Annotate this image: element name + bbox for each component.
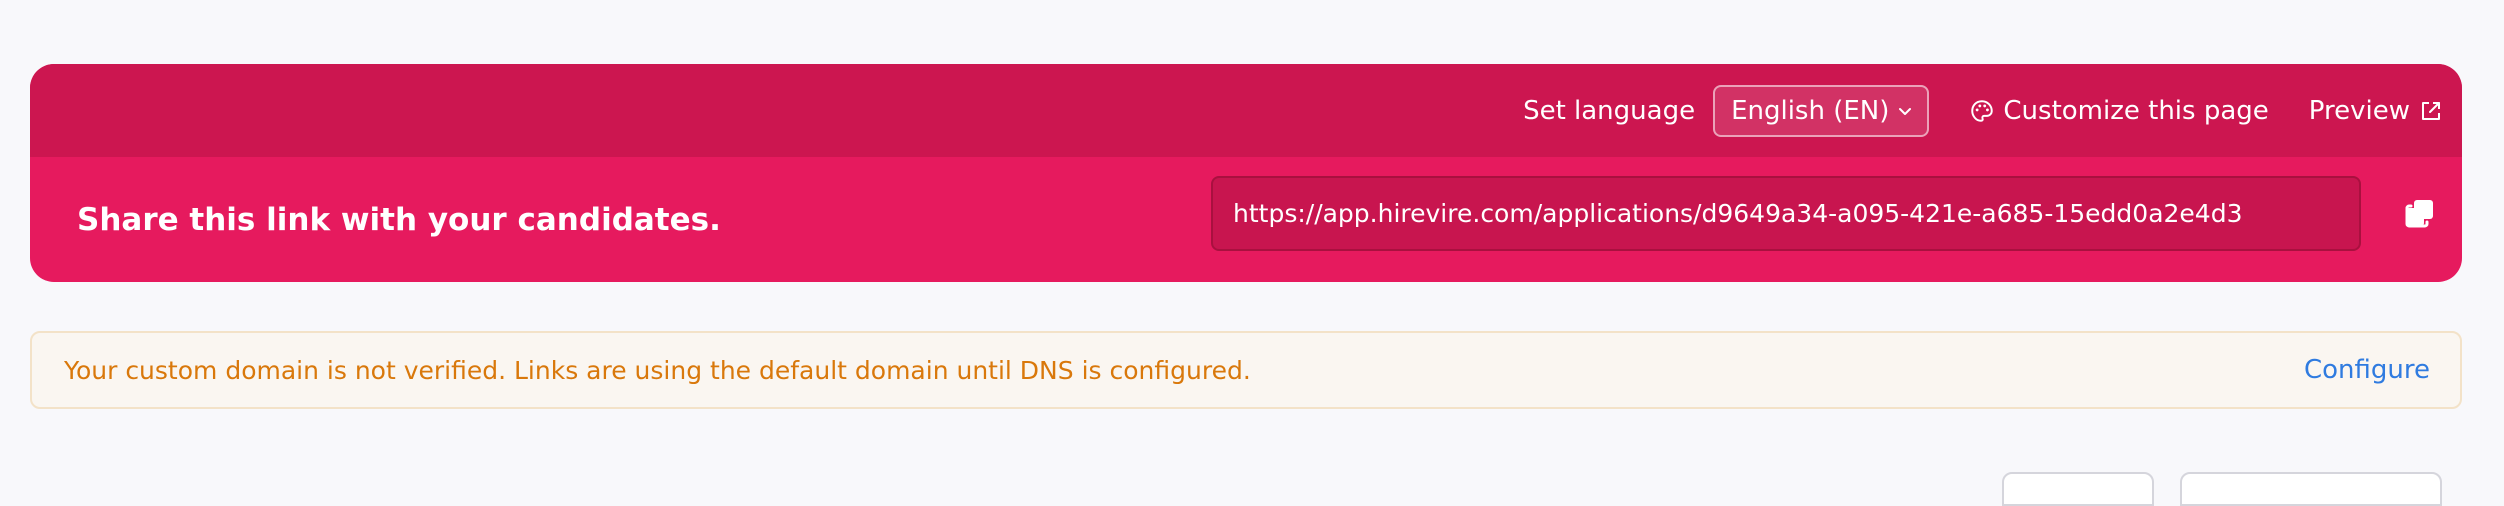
share-link-title: Share this link with your candidates. [77, 201, 721, 238]
domain-warning-alert: Your custom domain is not verified. Link… [30, 331, 2462, 409]
chevron-down-icon [1897, 103, 1913, 119]
share-card-toolbar: Set language English (EN) Customize this… [30, 64, 2462, 157]
language-select-value: English (EN) [1731, 95, 1890, 126]
palette-icon [1969, 98, 1995, 124]
domain-warning-message: Your custom domain is not verified. Link… [64, 355, 1251, 385]
external-link-icon [2420, 100, 2442, 122]
configure-domain-link[interactable]: Configure [2304, 355, 2430, 385]
copy-link-button[interactable] [2402, 197, 2438, 233]
customize-page-button[interactable]: Customize this page [1969, 95, 2269, 126]
set-language-label: Set language [1523, 95, 1696, 126]
partial-button[interactable] [2180, 472, 2442, 506]
preview-label: Preview [2308, 95, 2410, 126]
preview-link[interactable]: Preview [2309, 96, 2442, 126]
copy-icon [2404, 197, 2436, 233]
share-link-input[interactable]: https://app.hirevire.com/applications/d9… [1211, 176, 2361, 251]
language-select[interactable]: English (EN) [1713, 84, 1930, 137]
partial-button[interactable] [2002, 472, 2154, 506]
share-link-card: Set language English (EN) Customize this… [30, 64, 2462, 282]
share-link-row: Share this link with your candidates. ht… [30, 157, 2462, 282]
customize-page-label: Customize this page [2003, 95, 2269, 126]
